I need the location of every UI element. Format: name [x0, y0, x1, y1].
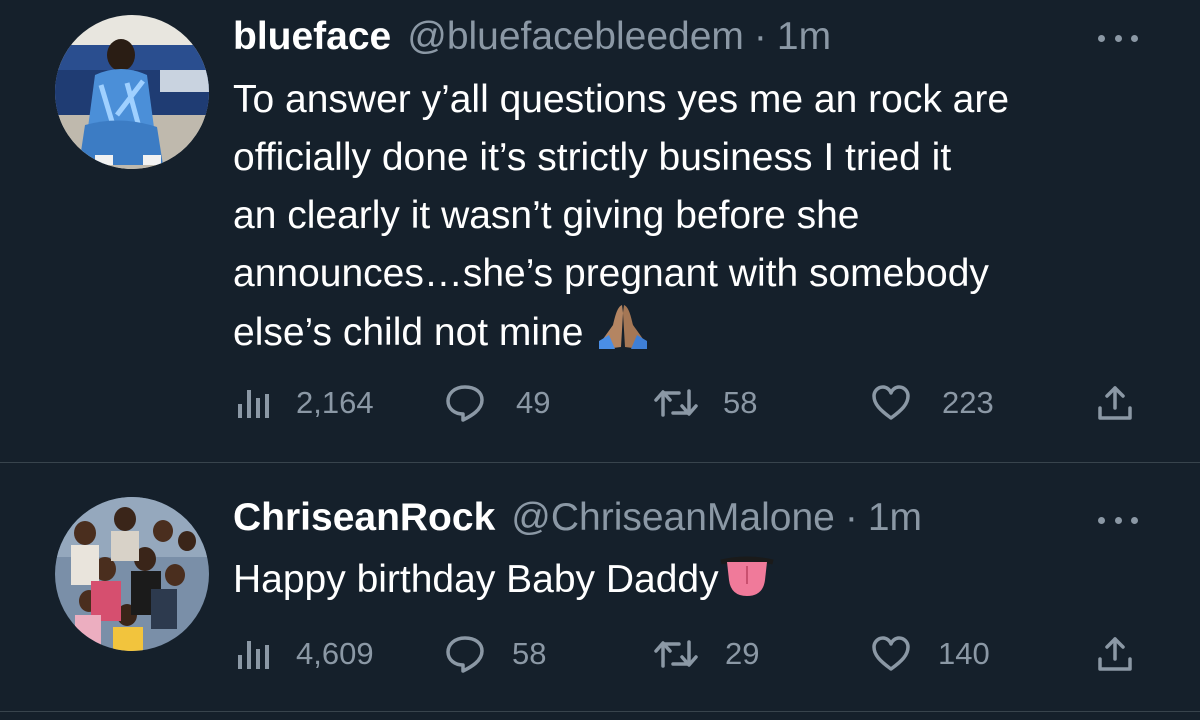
separator-dot: · [753, 15, 767, 58]
more-dots-icon[interactable] [1098, 28, 1138, 48]
heart-icon [872, 636, 910, 671]
folded-hands-emoji-icon [595, 303, 651, 368]
like-count: 140 [938, 636, 990, 671]
views-count: 2,164 [296, 385, 374, 420]
share-upload-icon [1098, 386, 1132, 420]
tweet-text-line: Happy birthday Baby Daddy [233, 558, 719, 601]
retweet-button[interactable]: 58 [653, 383, 757, 423]
like-button[interactable]: 223 [870, 383, 994, 423]
tweet-text-line: To answer y’all questions yes me an rock… [233, 78, 1010, 121]
tongue-emoji-icon [719, 554, 775, 615]
analytics-icon [238, 641, 269, 669]
retweet-icon [654, 640, 698, 668]
like-button[interactable]: 140 [870, 634, 990, 674]
views-count: 4,609 [296, 636, 374, 671]
retweet-count: 29 [725, 636, 760, 671]
tweet-actions: 4,609 58 29 140 [236, 634, 1136, 674]
tweet[interactable]: ChriseanRock @ChriseanMalone · 1m Happy … [0, 464, 1200, 712]
analytics-icon [238, 390, 269, 418]
like-count: 223 [942, 385, 994, 420]
retweet-button[interactable]: 29 [653, 634, 759, 674]
retweet-icon [654, 389, 698, 417]
share-upload-icon [1098, 637, 1132, 671]
retweet-count: 58 [723, 385, 758, 420]
timestamp[interactable]: 1m [777, 15, 831, 59]
more-dots-icon[interactable] [1098, 510, 1138, 530]
timestamp[interactable]: 1m [868, 496, 922, 540]
reply-button[interactable]: 49 [444, 383, 550, 423]
avatar[interactable] [55, 15, 209, 169]
tweet-text: To answer y’all questions yes me an rock… [233, 71, 1163, 368]
views-button[interactable]: 4,609 [236, 634, 374, 674]
tweet-header: blueface @bluefacebleedem · 1m [233, 15, 831, 59]
comment-bubble-icon [446, 636, 484, 673]
tweet-header: ChriseanRock @ChriseanMalone · 1m [233, 496, 922, 540]
user-handle[interactable]: @ChriseanMalone [511, 496, 835, 540]
tweet[interactable]: blueface @bluefacebleedem · 1m To answer… [0, 0, 1200, 463]
tweet-text-line: an clearly it wasn’t giving before she [233, 194, 860, 237]
reply-button[interactable]: 58 [444, 634, 546, 674]
separator-dot: · [844, 496, 858, 539]
tweet-actions: 2,164 49 58 223 [236, 383, 1136, 423]
tweet-text: Happy birthday Baby Daddy [233, 551, 1163, 615]
user-handle[interactable]: @bluefacebleedem [407, 15, 744, 59]
avatar[interactable] [55, 497, 209, 651]
reply-count: 49 [516, 385, 551, 420]
comment-bubble-icon [446, 385, 484, 422]
reply-count: 58 [512, 636, 547, 671]
display-name[interactable]: blueface [233, 15, 391, 59]
tweet-text-line: else’s child not mine [233, 311, 584, 354]
share-button[interactable] [1096, 634, 1134, 674]
share-button[interactable] [1096, 383, 1134, 423]
display-name[interactable]: ChriseanRock [233, 496, 495, 540]
views-button[interactable]: 2,164 [236, 383, 374, 423]
tweet-text-line: announces…she’s pregnant with somebody [233, 252, 989, 295]
tweet-text-line: officially done it’s strictly business I… [233, 136, 952, 179]
heart-icon [872, 385, 910, 420]
